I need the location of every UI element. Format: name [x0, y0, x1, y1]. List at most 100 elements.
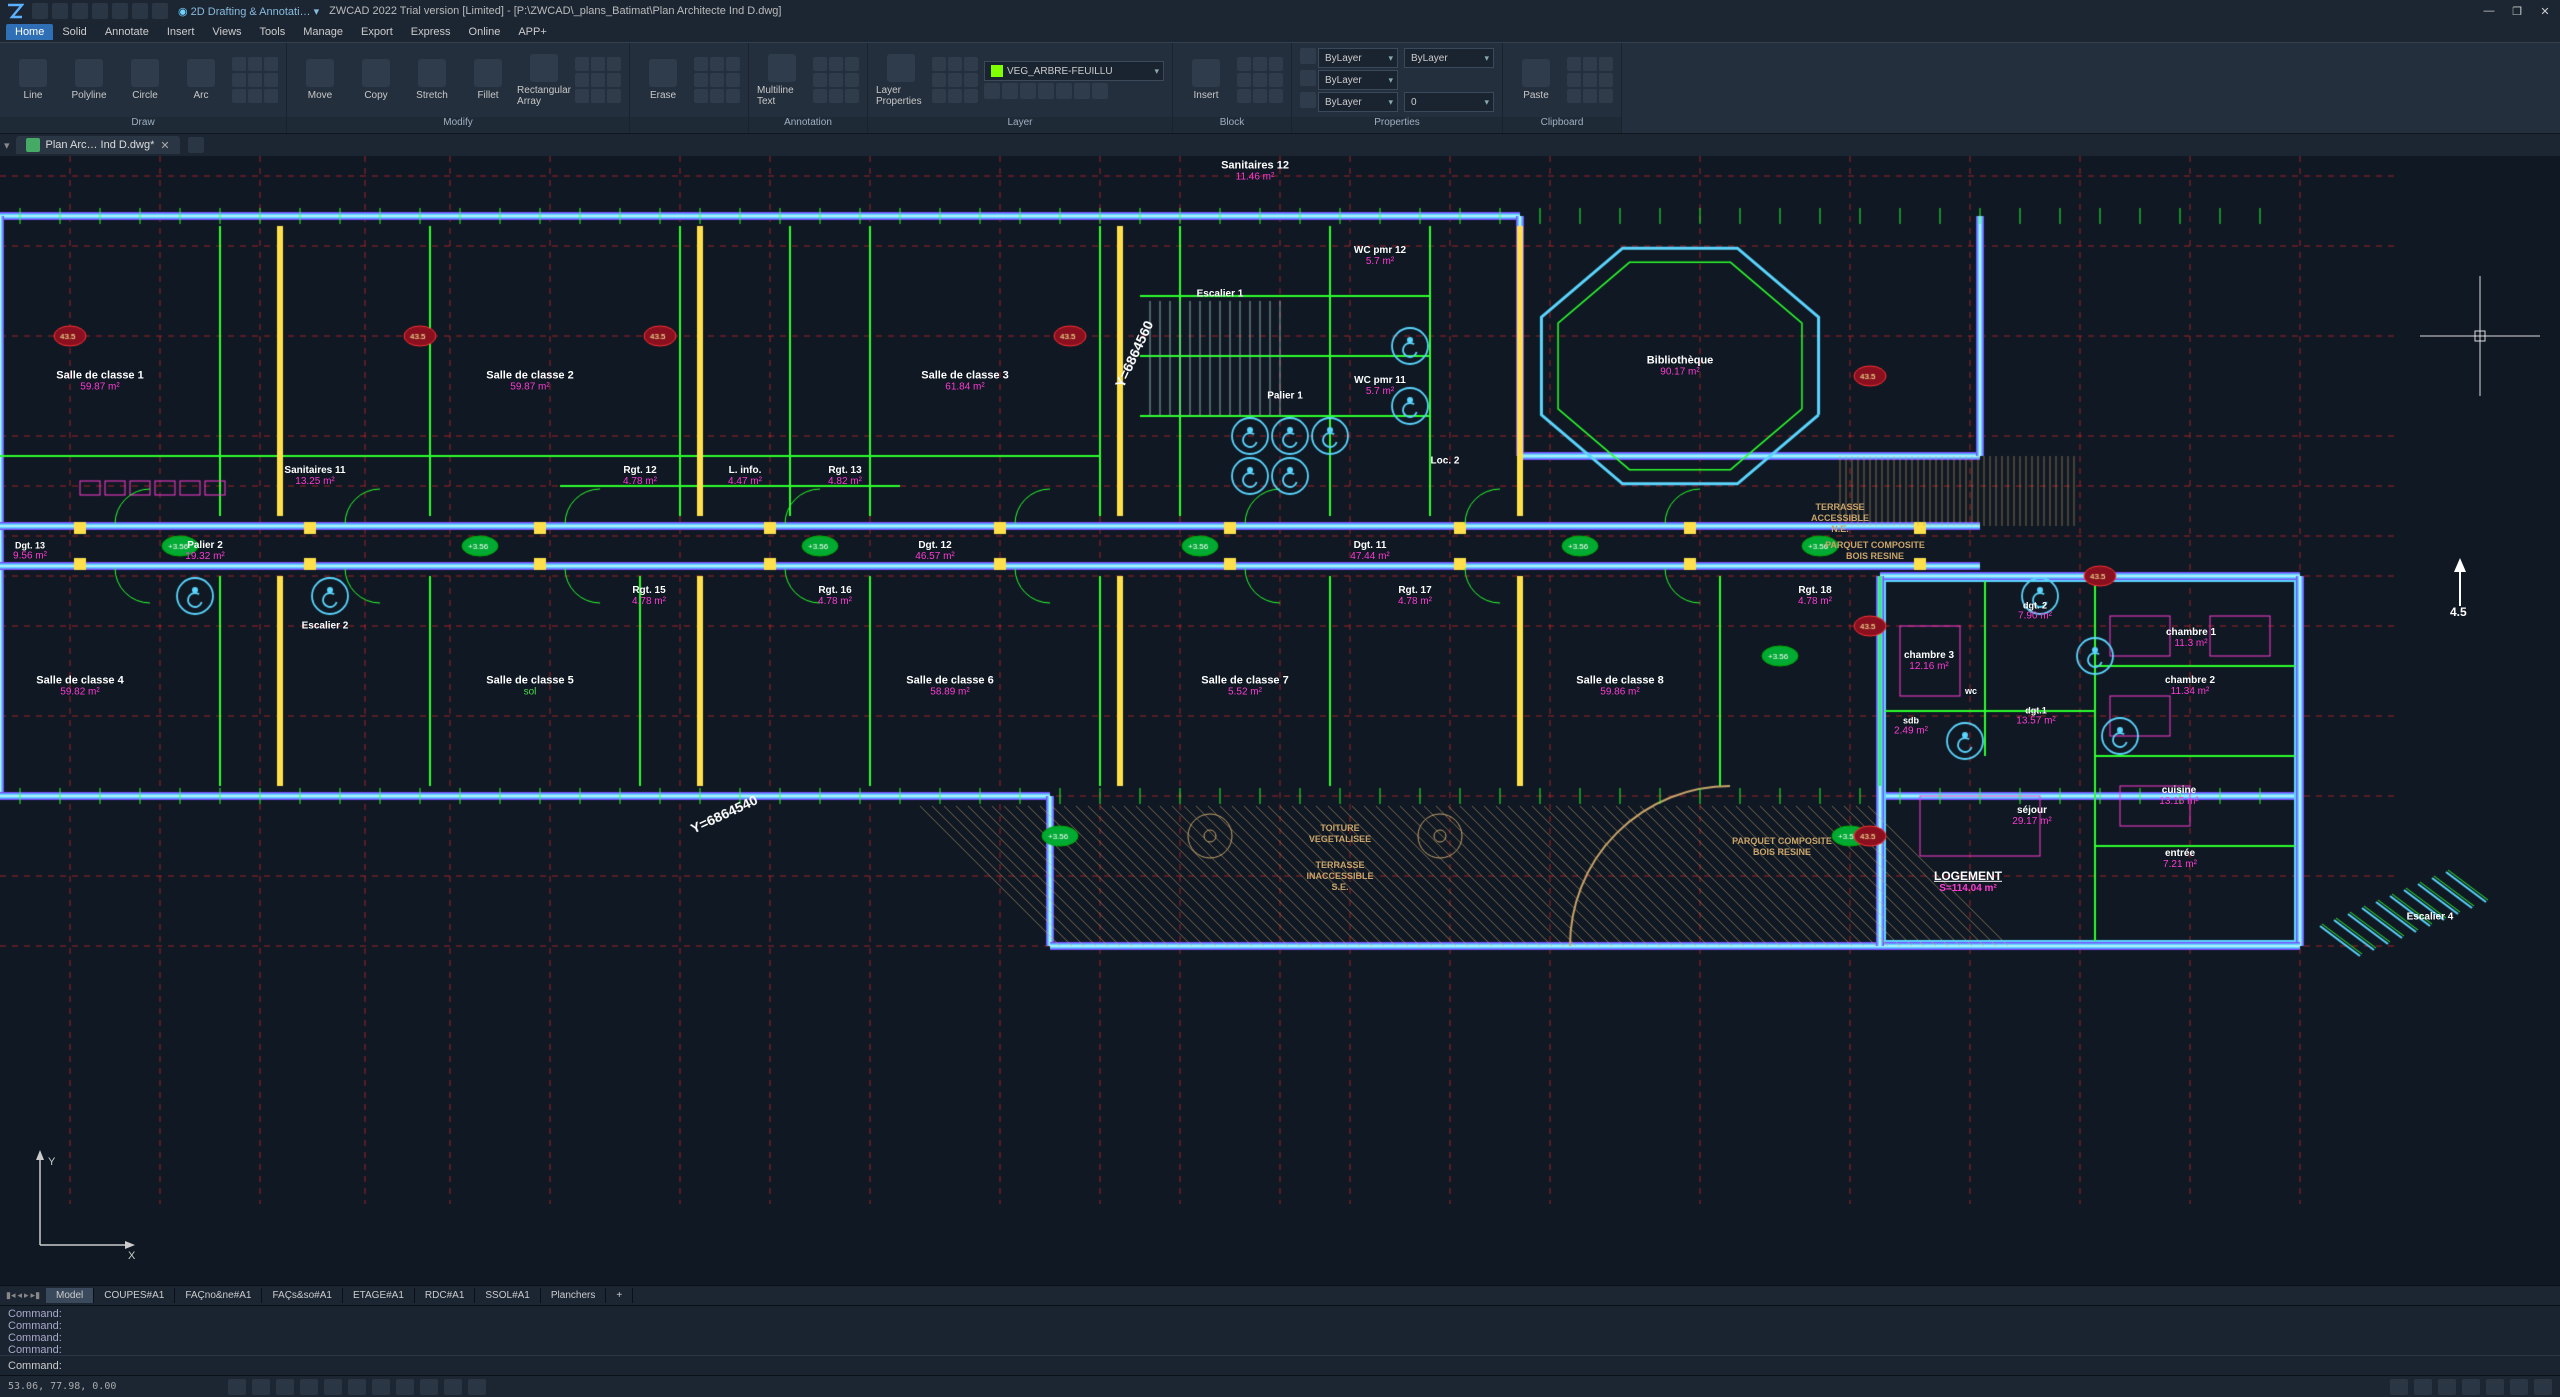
- hardware-toggle[interactable]: [2486, 1379, 2504, 1395]
- move-button[interactable]: Move: [295, 59, 345, 101]
- small-tool-icon[interactable]: [1269, 57, 1283, 71]
- ribbon-tab-manage[interactable]: Manage: [294, 24, 352, 40]
- command-history[interactable]: Command:Command:Command:Command:: [0, 1306, 2560, 1355]
- polar-toggle[interactable]: [300, 1379, 318, 1395]
- layer-tool-icon[interactable]: [984, 83, 1000, 99]
- small-tool-icon[interactable]: [607, 73, 621, 87]
- layout-last-icon[interactable]: ▸▮: [31, 1290, 40, 1301]
- rectangular-array-button[interactable]: Rectangular Array: [519, 54, 569, 107]
- small-tool-icon[interactable]: [248, 89, 262, 103]
- prop-icon[interactable]: [1300, 48, 1316, 64]
- ribbon-tab-express[interactable]: Express: [402, 24, 460, 40]
- qat-new-icon[interactable]: [32, 3, 48, 19]
- arc-button[interactable]: Arc: [176, 59, 226, 101]
- small-tool-icon[interactable]: [575, 57, 589, 71]
- layout-tab-model[interactable]: Model: [46, 1288, 94, 1303]
- stretch-button[interactable]: Stretch: [407, 59, 457, 101]
- layout-first-icon[interactable]: ▮◂: [6, 1290, 15, 1301]
- ortho-toggle[interactable]: [276, 1379, 294, 1395]
- small-tool-icon[interactable]: [845, 73, 859, 87]
- qat-redo-icon[interactable]: [152, 3, 168, 19]
- erase-button[interactable]: Erase: [638, 59, 688, 101]
- lineweight-combo[interactable]: 0: [1404, 92, 1494, 112]
- small-tool-icon[interactable]: [591, 73, 605, 87]
- small-tool-icon[interactable]: [813, 89, 827, 103]
- small-tool-icon[interactable]: [694, 73, 708, 87]
- paste-button[interactable]: Paste: [1511, 59, 1561, 101]
- tab-menu-icon[interactable]: ▾: [4, 139, 10, 152]
- layer-tool-icon[interactable]: [1020, 83, 1036, 99]
- small-tool-icon[interactable]: [694, 89, 708, 103]
- small-tool-icon[interactable]: [575, 73, 589, 87]
- lwt-toggle[interactable]: [372, 1379, 390, 1395]
- grid-toggle[interactable]: [228, 1379, 246, 1395]
- osnap-toggle[interactable]: [324, 1379, 342, 1395]
- small-tool-icon[interactable]: [1583, 89, 1597, 103]
- small-tool-icon[interactable]: [232, 57, 246, 71]
- small-tool-icon[interactable]: [932, 73, 946, 87]
- small-tool-icon[interactable]: [248, 73, 262, 87]
- new-tab-icon[interactable]: [188, 137, 204, 153]
- property-combo[interactable]: ByLayer: [1318, 92, 1398, 112]
- dyn-toggle[interactable]: [396, 1379, 414, 1395]
- small-tool-icon[interactable]: [248, 57, 262, 71]
- ribbon-tab-tools[interactable]: Tools: [251, 24, 295, 40]
- minimize-button[interactable]: —: [2478, 3, 2500, 19]
- layer-combo[interactable]: VEG_ARBRE-FEUILLU: [984, 61, 1164, 81]
- workspace-dropdown[interactable]: ◉ 2D Drafting & Annotati… ▾: [178, 5, 319, 18]
- file-tab[interactable]: Plan Arc… Ind D.dwg* ✕: [16, 136, 180, 154]
- small-tool-icon[interactable]: [1253, 57, 1267, 71]
- layout-tab-façs&so#a1[interactable]: FAÇs&so#A1: [262, 1288, 342, 1303]
- layout-next-icon[interactable]: ▸: [24, 1290, 29, 1301]
- ribbon-tab-online[interactable]: Online: [460, 24, 510, 40]
- small-tool-icon[interactable]: [710, 57, 724, 71]
- otrack-toggle[interactable]: [348, 1379, 366, 1395]
- small-tool-icon[interactable]: [964, 57, 978, 71]
- layer-properties-button[interactable]: Layer Properties: [876, 54, 926, 107]
- small-tool-icon[interactable]: [964, 89, 978, 103]
- layer-tool-icon[interactable]: [1038, 83, 1054, 99]
- small-tool-icon[interactable]: [264, 89, 278, 103]
- polyline-button[interactable]: Polyline: [64, 59, 114, 101]
- layer-tool-icon[interactable]: [1092, 83, 1108, 99]
- small-tool-icon[interactable]: [1599, 57, 1613, 71]
- small-tool-icon[interactable]: [813, 57, 827, 71]
- qat-open-icon[interactable]: [52, 3, 68, 19]
- model-toggle[interactable]: [444, 1379, 462, 1395]
- small-tool-icon[interactable]: [948, 73, 962, 87]
- small-tool-icon[interactable]: [1599, 73, 1613, 87]
- annoscale-toggle[interactable]: [2390, 1379, 2408, 1395]
- ribbon-tab-insert[interactable]: Insert: [158, 24, 204, 40]
- small-tool-icon[interactable]: [845, 57, 859, 71]
- small-tool-icon[interactable]: [607, 57, 621, 71]
- match-color-combo[interactable]: ByLayer: [1404, 48, 1494, 68]
- isolate-toggle[interactable]: [2510, 1379, 2528, 1395]
- small-tool-icon[interactable]: [591, 57, 605, 71]
- small-tool-icon[interactable]: [726, 73, 740, 87]
- small-tool-icon[interactable]: [591, 89, 605, 103]
- ann-toggle[interactable]: [468, 1379, 486, 1395]
- fullscreen-toggle[interactable]: [2462, 1379, 2480, 1395]
- multiline-text-button[interactable]: Multiline Text: [757, 54, 807, 107]
- small-tool-icon[interactable]: [726, 57, 740, 71]
- small-tool-icon[interactable]: [726, 89, 740, 103]
- small-tool-icon[interactable]: [232, 89, 246, 103]
- ribbon-tab-solid[interactable]: Solid: [53, 24, 95, 40]
- small-tool-icon[interactable]: [1567, 73, 1581, 87]
- qat-saveas-icon[interactable]: [92, 3, 108, 19]
- property-combo[interactable]: ByLayer: [1318, 48, 1398, 68]
- small-tool-icon[interactable]: [948, 89, 962, 103]
- small-tool-icon[interactable]: [694, 57, 708, 71]
- copy-button[interactable]: Copy: [351, 59, 401, 101]
- layout-tab-coupes#a1[interactable]: COUPES#A1: [94, 1288, 175, 1303]
- qat-undo-icon[interactable]: [132, 3, 148, 19]
- ribbon-tab-views[interactable]: Views: [203, 24, 250, 40]
- small-tool-icon[interactable]: [1253, 73, 1267, 87]
- small-tool-icon[interactable]: [1237, 73, 1251, 87]
- small-tool-icon[interactable]: [829, 89, 843, 103]
- small-tool-icon[interactable]: [607, 89, 621, 103]
- small-tool-icon[interactable]: [1599, 89, 1613, 103]
- small-tool-icon[interactable]: [264, 57, 278, 71]
- property-combo[interactable]: ByLayer: [1318, 70, 1398, 90]
- small-tool-icon[interactable]: [575, 89, 589, 103]
